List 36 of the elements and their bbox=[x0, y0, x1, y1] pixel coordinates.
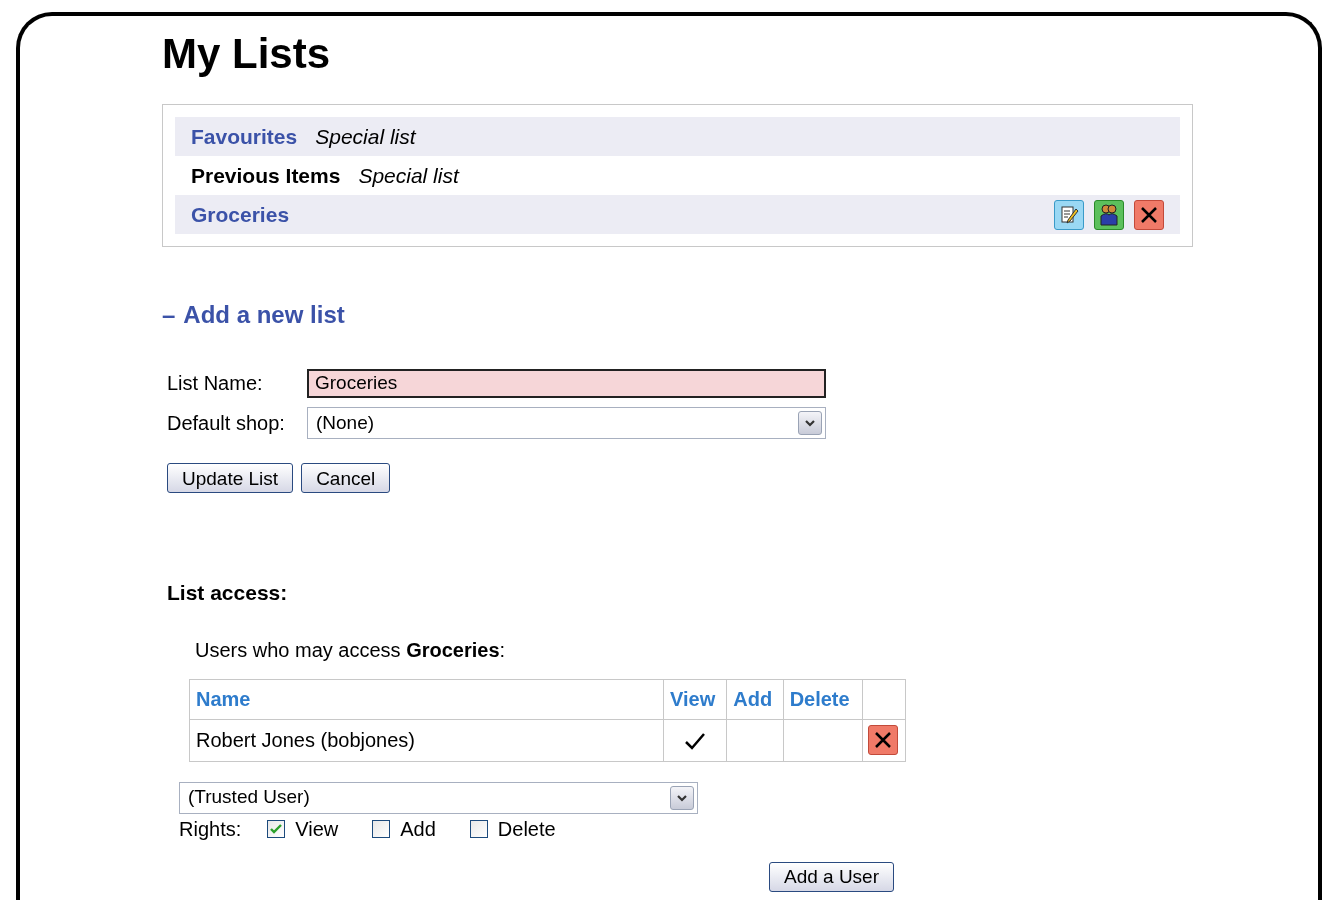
form-button[interactable]: Cancel bbox=[301, 463, 391, 493]
collapse-toggle[interactable]: – bbox=[162, 297, 176, 333]
rights-checkbox[interactable]: View bbox=[267, 813, 339, 844]
section-heading: List access: bbox=[167, 580, 289, 606]
list-name: Previous Items bbox=[191, 162, 341, 189]
checkbox[interactable] bbox=[469, 819, 488, 838]
column-header: Add bbox=[726, 679, 784, 719]
access-description: Users who may access Groceries: bbox=[194, 637, 507, 663]
page-title: My Lists bbox=[162, 29, 332, 79]
delete-icon[interactable] bbox=[1134, 199, 1164, 230]
list-note: Special list bbox=[358, 162, 459, 189]
rights-label: Rights: bbox=[179, 816, 242, 842]
section-heading[interactable]: Add a new list bbox=[183, 297, 345, 333]
list-note: Special list bbox=[315, 123, 416, 150]
table-cell: Robert Jones (bobjones) bbox=[189, 719, 664, 761]
list-name[interactable]: Groceries bbox=[191, 198, 290, 231]
checkbox[interactable] bbox=[267, 819, 286, 838]
checkbox[interactable] bbox=[372, 819, 391, 838]
column-header: Delete bbox=[783, 679, 863, 719]
rights-checkbox[interactable]: Delete bbox=[469, 813, 556, 844]
list-row[interactable]: Groceries bbox=[175, 195, 1180, 234]
shop-select[interactable]: (None) bbox=[307, 407, 826, 439]
edit-icon[interactable] bbox=[1054, 199, 1084, 230]
form-button[interactable]: Add a User bbox=[768, 861, 894, 892]
column-header: View bbox=[663, 679, 727, 719]
delete-icon[interactable] bbox=[868, 725, 898, 755]
list-name[interactable]: Favourites bbox=[191, 120, 298, 153]
field-label: List Name: bbox=[167, 371, 264, 396]
form-button[interactable]: Update List bbox=[167, 463, 294, 493]
rights-checkbox[interactable]: Add bbox=[372, 813, 436, 844]
user-select[interactable]: (Trusted User) bbox=[179, 781, 698, 814]
list-row[interactable]: Favourites Special list bbox=[175, 117, 1180, 156]
list-name-input[interactable]: Groceries bbox=[307, 368, 826, 398]
column-header: Name bbox=[189, 679, 664, 719]
users-icon[interactable] bbox=[1094, 199, 1124, 230]
field-label: Default shop: bbox=[167, 411, 286, 436]
